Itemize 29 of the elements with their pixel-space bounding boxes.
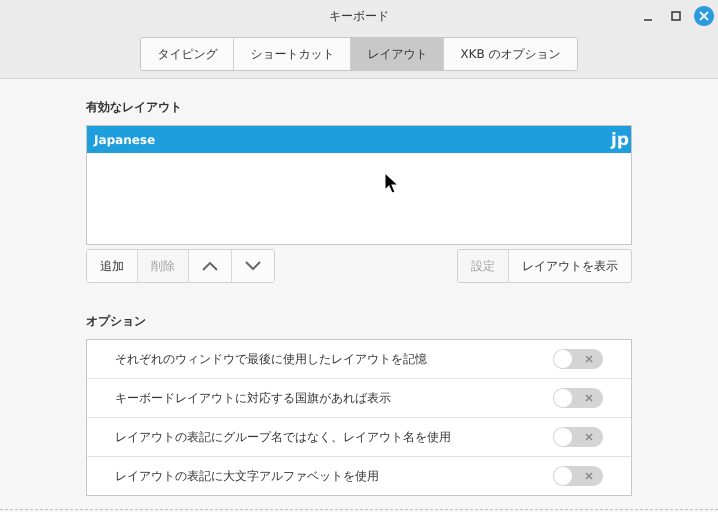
option-label: レイアウトの表記に大文字アルファベットを使用 — [115, 468, 379, 484]
minimize-icon — [643, 19, 653, 21]
close-button[interactable] — [694, 6, 714, 26]
toggle-switch[interactable] — [553, 427, 603, 447]
action-button[interactable]: 追加 — [87, 250, 138, 282]
tab[interactable]: レイアウト — [351, 38, 444, 70]
tab[interactable]: XKB のオプション — [444, 38, 577, 70]
option-label: キーボードレイアウトに対応する国旗があれば表示 — [115, 390, 391, 406]
layout-code: jp — [611, 130, 629, 150]
cross-icon — [585, 433, 593, 441]
option-label: レイアウトの表記にグループ名ではなく、レイアウト名を使用 — [115, 428, 451, 446]
section-heading: 有効なレイアウト — [86, 99, 183, 116]
cross-icon — [585, 394, 593, 402]
cross-icon — [585, 355, 593, 363]
layout-name: Japanese — [94, 132, 156, 146]
option-label: それぞれのウィンドウで最後に使用したレイアウトを記憶 — [115, 350, 427, 368]
toggle-switch[interactable] — [553, 466, 603, 486]
section-heading: オプション — [86, 313, 147, 330]
chevron-down-icon — [245, 261, 261, 271]
maximize-icon — [671, 11, 681, 21]
cross-icon — [585, 472, 593, 480]
window-title: キーボード — [329, 8, 389, 25]
chevron-up-icon — [202, 261, 218, 271]
tab[interactable]: タイピング — [141, 38, 234, 70]
toggle-switch[interactable] — [553, 388, 603, 408]
mouse-pointer-icon — [384, 172, 400, 194]
tab[interactable]: ショートカット — [234, 38, 352, 70]
close-icon — [699, 11, 709, 21]
toggle-switch[interactable] — [553, 349, 603, 369]
